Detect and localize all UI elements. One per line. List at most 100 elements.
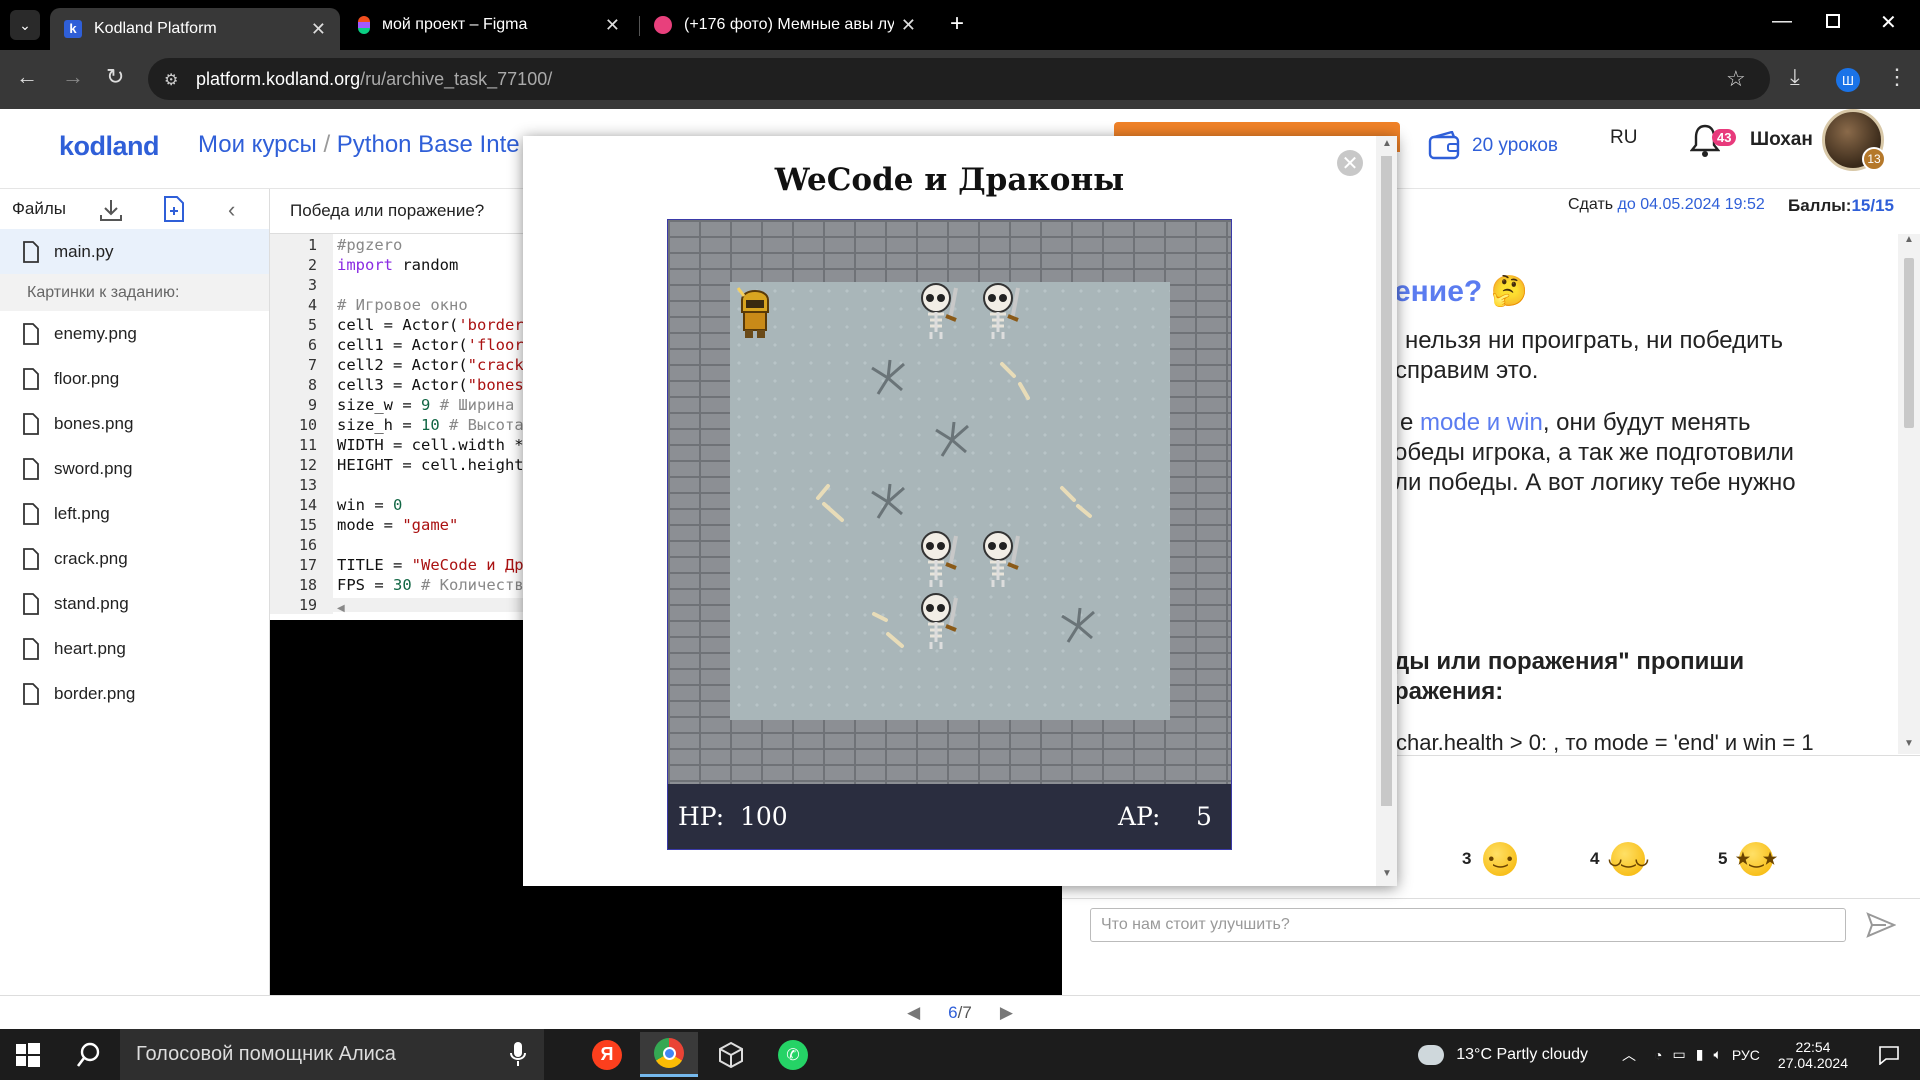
highlight-vars: mode и win <box>1420 409 1543 436</box>
skeleton-enemy-icon <box>921 283 958 339</box>
clock[interactable]: 22:54 27.04.2024 <box>1778 1039 1848 1071</box>
ap-value: 5 <box>1196 802 1212 831</box>
modal-title: WeCode и Драконы <box>774 162 1125 198</box>
microphone-icon[interactable] <box>510 1041 526 1067</box>
close-tab-icon[interactable]: ✕ <box>605 15 620 36</box>
task-paragraph-1: нельзя ни проиграть, ни победить <box>1405 327 1784 354</box>
file-name: floor.png <box>54 368 120 388</box>
battery-icon[interactable]: ▮ <box>1696 1046 1704 1063</box>
yandex-browser-app[interactable]: Я <box>578 1032 636 1077</box>
3d-app[interactable] <box>702 1032 760 1077</box>
next-task-icon[interactable]: ▶ <box>1000 1003 1013 1023</box>
close-tab-icon[interactable]: ✕ <box>901 15 916 36</box>
breadcrumb-my-courses[interactable]: Мои курсы <box>198 131 317 158</box>
file-name: left.png <box>54 503 110 523</box>
menu-dots-icon[interactable]: ⋮ <box>1886 64 1908 90</box>
search-icon[interactable] <box>76 1042 102 1068</box>
whatsapp-app[interactable]: ✆ <box>764 1032 822 1077</box>
file-heart-png[interactable]: heart.png <box>0 626 269 671</box>
lessons-counter[interactable]: 20 уроков <box>1428 131 1558 161</box>
file-left-png[interactable]: left.png <box>0 491 269 536</box>
close-window-icon[interactable]: ✕ <box>1880 10 1897 35</box>
new-file-icon[interactable] <box>162 195 186 223</box>
scroll-down-icon[interactable]: ▼ <box>1382 868 1392 879</box>
input-language[interactable]: РУС <box>1732 1047 1760 1063</box>
horizontal-scrollbar[interactable]: ◀ <box>333 598 525 614</box>
task-pager: ◀ 6 / 7 ▶ <box>0 995 1920 1029</box>
rating-3[interactable]: 3 •‿• <box>1462 842 1518 876</box>
windows-taskbar: Голосовой помощник Алиса Я ✆ 13°C Partly… <box>0 1029 1920 1080</box>
tab-kodland[interactable]: k Kodland Platform ✕ <box>50 8 340 50</box>
file-bones-png[interactable]: bones.png <box>0 401 269 446</box>
close-tab-icon[interactable]: ✕ <box>311 19 326 40</box>
new-tab-icon[interactable]: + <box>950 10 964 38</box>
bones-icon <box>816 484 844 522</box>
device-icon[interactable]: ▭ <box>1673 1046 1686 1063</box>
file-name: crack.png <box>54 548 128 568</box>
collapse-panel-icon[interactable]: ‹ <box>228 197 235 223</box>
rating-4[interactable]: 4 ◡‿◡ <box>1590 842 1649 876</box>
modal-scrollbar[interactable]: ▲ ▼ <box>1376 136 1397 886</box>
file-crack-png[interactable]: crack.png <box>0 536 269 581</box>
show-hidden-icons-icon[interactable]: ︿ <box>1622 1045 1636 1065</box>
back-icon[interactable]: ← <box>16 64 38 90</box>
file-icon <box>23 592 39 615</box>
modal-close-button[interactable]: ✕ <box>1337 150 1363 176</box>
scroll-down-icon[interactable]: ▼ <box>1904 738 1914 749</box>
download-files-icon[interactable] <box>98 197 124 223</box>
file-enemy-png[interactable]: enemy.png <box>0 311 269 356</box>
alice-search-box[interactable]: Голосовой помощник Алиса <box>120 1029 544 1080</box>
breadcrumb-course[interactable]: Python Base Inte <box>337 131 520 158</box>
file-border-png[interactable]: border.png <box>0 671 269 716</box>
tab-figma[interactable]: мой проект – Figma ✕ <box>344 6 634 44</box>
task-scrollbar[interactable]: ▲ ▼ <box>1898 234 1920 754</box>
scroll-up-icon[interactable]: ▲ <box>1382 138 1392 149</box>
current-task: 6 <box>948 1002 958 1022</box>
download-icon[interactable]: ⤓ <box>1790 64 1800 90</box>
line-numbers: 1 2 3 4 5 6 7 8 9 10 11 12 13 14 15 16 17 18 19 <box>270 234 333 614</box>
file-main-py[interactable]: main.py <box>0 229 269 274</box>
user-name[interactable]: Шохан <box>1750 129 1813 151</box>
file-sword-png[interactable]: sword.png <box>0 446 269 491</box>
files-panel: Файлы ‹ main.py Картинки к заданию: enem… <box>0 189 270 995</box>
floor-crack-icon <box>871 483 905 519</box>
network-icon[interactable]: ◔ <box>1654 1047 1662 1063</box>
tab-list-button[interactable]: ⌄ <box>10 10 40 40</box>
editor-header: Победа или поражение? <box>270 189 525 234</box>
forward-icon[interactable]: → <box>62 64 84 90</box>
chrome-app[interactable] <box>640 1032 698 1077</box>
whatsapp-icon: ✆ <box>778 1039 808 1070</box>
tab-memes[interactable]: (+176 фото) Мемные авы лучш ✕ <box>640 6 930 44</box>
task-paragraph-2: е mode и win, они будут менять <box>1400 409 1751 436</box>
scroll-thumb[interactable] <box>1904 258 1914 428</box>
reload-icon[interactable]: ↻ <box>106 64 124 90</box>
url-bar[interactable]: ⚙ platform.kodland.org/ru/archive_task_7… <box>148 58 1770 100</box>
kodland-favicon-icon: k <box>64 20 82 38</box>
windows-start-icon[interactable] <box>16 1043 40 1067</box>
minimize-icon[interactable]: — <box>1772 10 1792 33</box>
rating-5[interactable]: 5 ★‿★ <box>1718 842 1777 876</box>
file-floor-png[interactable]: floor.png <box>0 356 269 401</box>
send-icon[interactable] <box>1866 912 1896 938</box>
language-switcher[interactable]: RU <box>1610 127 1637 149</box>
file-stand-png[interactable]: stand.png <box>0 581 269 626</box>
speaker-icon[interactable]: 🔈︎ <box>1713 1046 1721 1063</box>
kodland-logo[interactable]: kodland <box>59 131 160 162</box>
restore-icon[interactable] <box>1826 14 1840 28</box>
site-settings-icon[interactable]: ⚙ <box>164 70 178 90</box>
files-header: Файлы ‹ <box>0 189 269 229</box>
clock-date: 27.04.2024 <box>1777 1054 1848 1071</box>
scroll-up-icon[interactable]: ▲ <box>1904 234 1914 245</box>
notifications-center-icon[interactable] <box>1878 1045 1900 1065</box>
floor-crack-icon <box>1061 607 1095 643</box>
prev-task-icon[interactable]: ◀ <box>907 1003 920 1023</box>
feedback-input[interactable]: Что нам стоит улучшить? <box>1090 908 1846 942</box>
game-canvas[interactable]: HP: 100 AP: 5 <box>667 219 1232 850</box>
profile-avatar[interactable]: Ш <box>1836 68 1860 92</box>
code-editor[interactable]: 1 2 3 4 5 6 7 8 9 10 11 12 13 14 15 16 17 18 19 #pgzero im… <box>270 234 525 620</box>
scroll-thumb[interactable] <box>1381 156 1392 806</box>
weather-text[interactable]: 13°C Partly cloudy <box>1456 1046 1588 1064</box>
yandex-icon: Я <box>592 1039 622 1070</box>
bookmark-star-icon[interactable]: ☆ <box>1726 66 1746 92</box>
file-name: stand.png <box>54 593 129 613</box>
